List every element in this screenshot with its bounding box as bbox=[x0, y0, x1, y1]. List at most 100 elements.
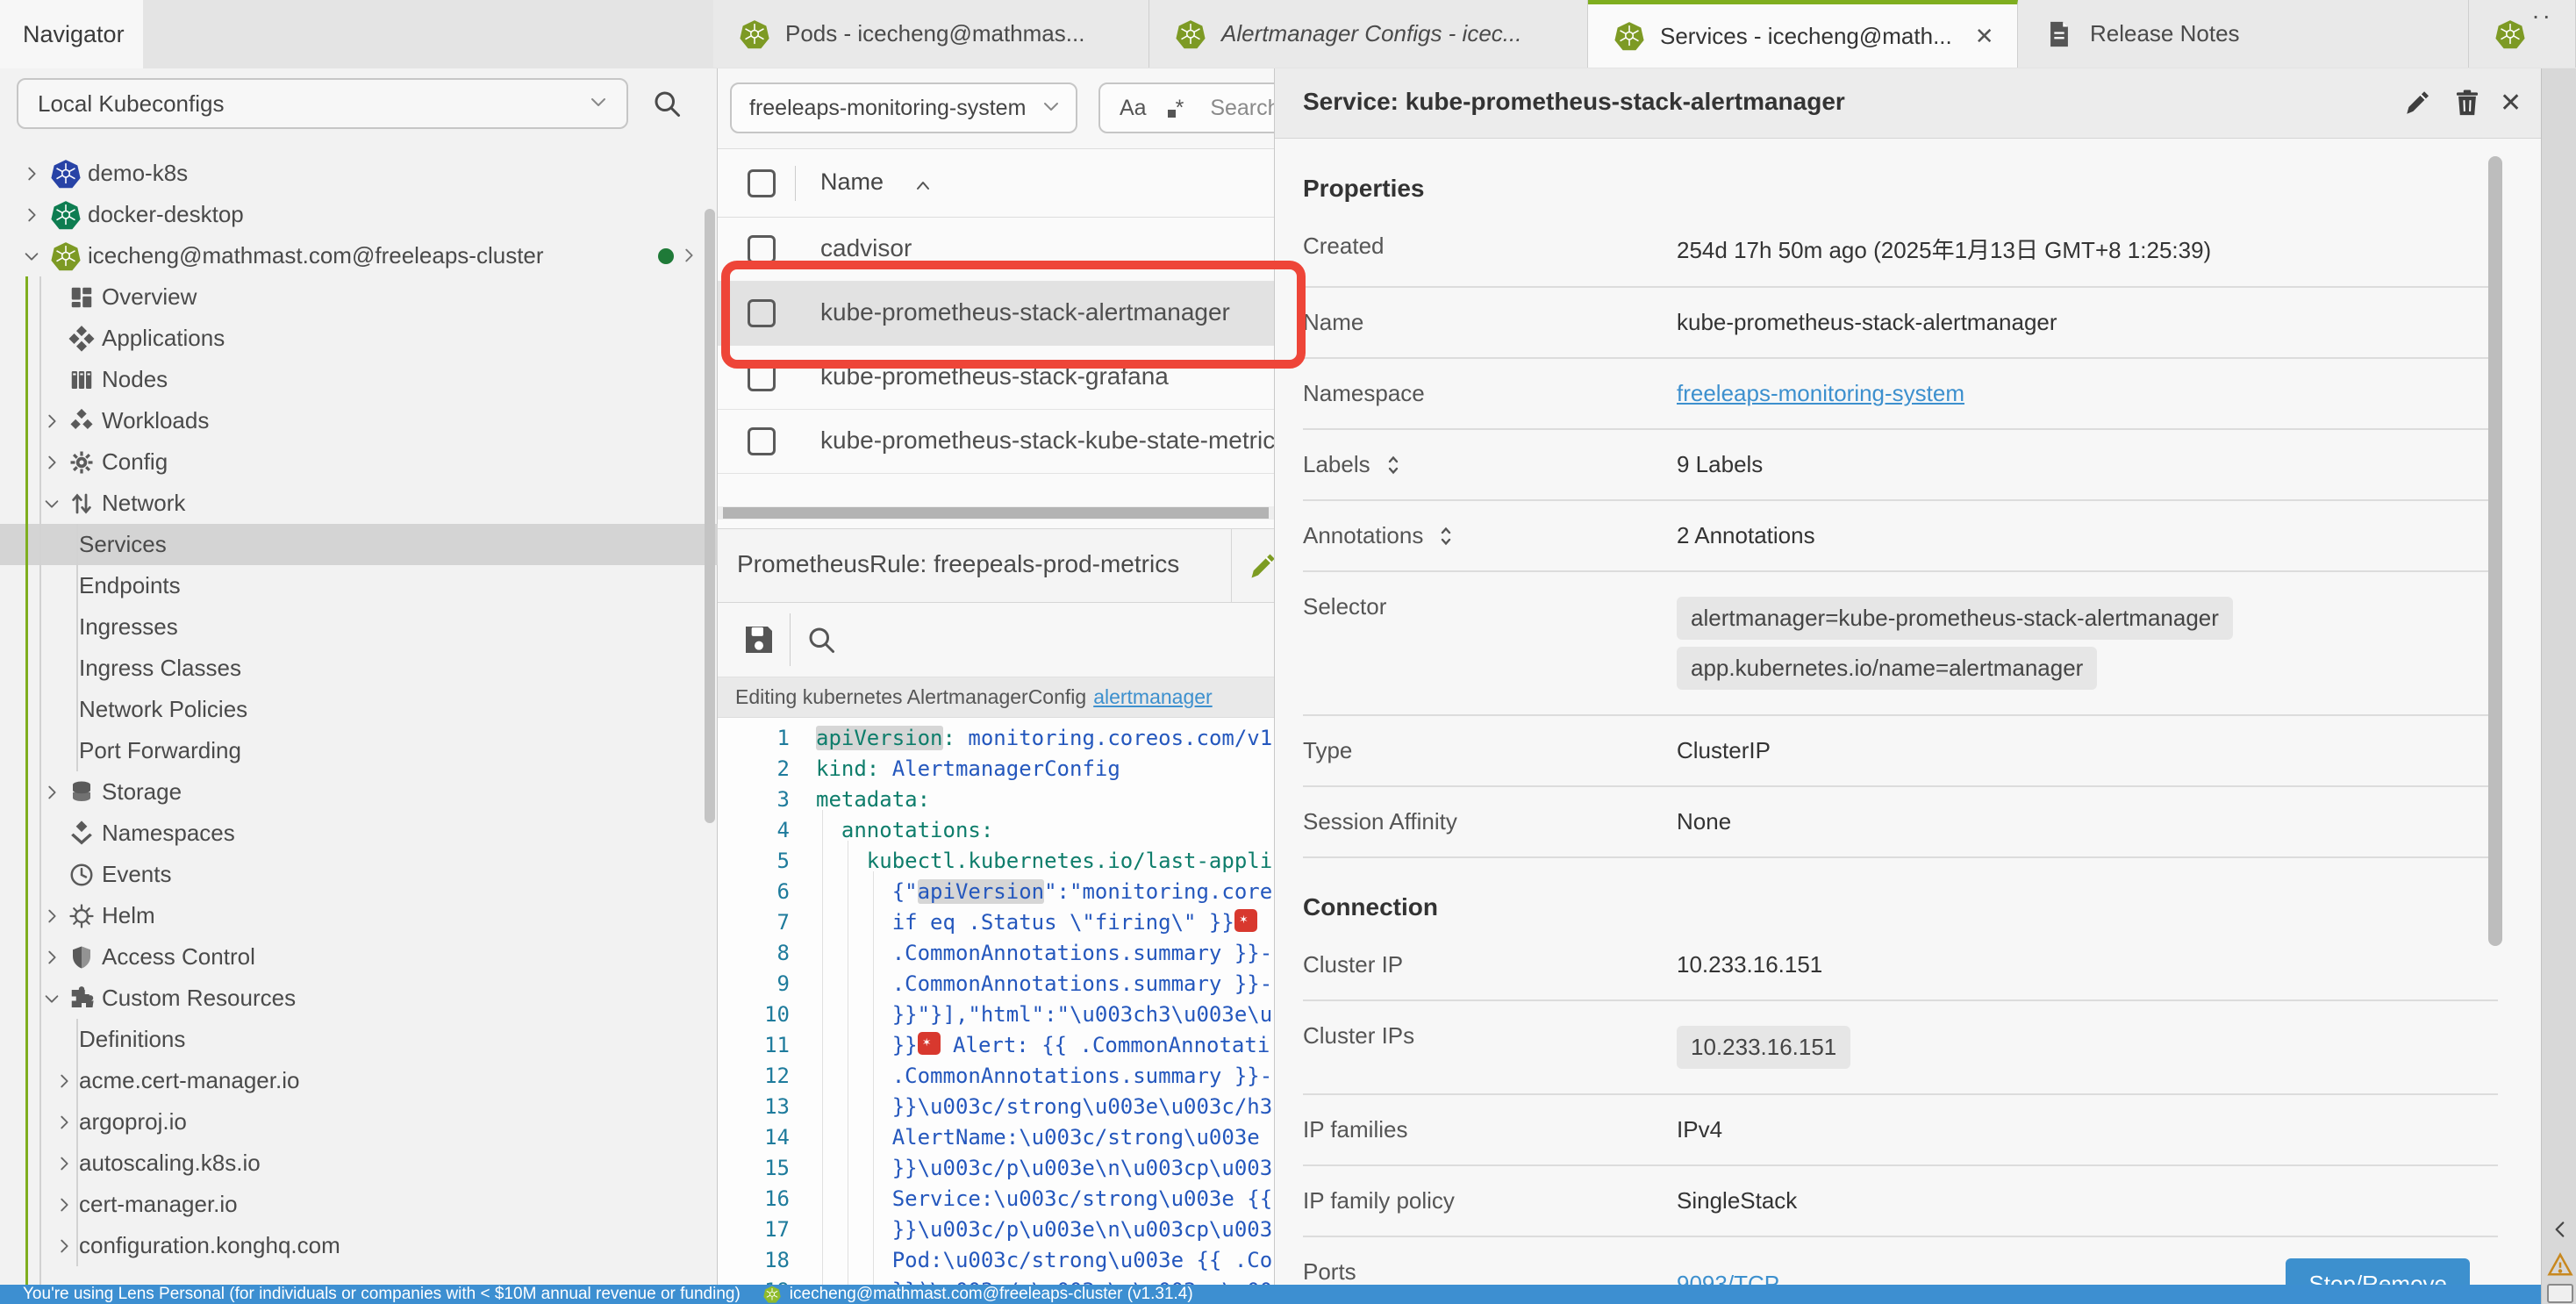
sidebar-item-events[interactable]: Events bbox=[0, 854, 718, 895]
close-icon[interactable]: ✕ bbox=[1975, 23, 1994, 50]
column-header-name[interactable]: Name bbox=[820, 168, 884, 196]
sidebar-item-nodes[interactable]: Nodes bbox=[0, 359, 718, 400]
tab-services[interactable]: Services - icecheng@math...✕ bbox=[1588, 0, 2018, 68]
chevron-right-icon[interactable] bbox=[54, 1195, 74, 1214]
chevron-down-icon[interactable] bbox=[22, 247, 41, 266]
namespace-link[interactable]: freeleaps-monitoring-system bbox=[1677, 380, 1964, 406]
tab-pods[interactable]: Pods - icecheng@mathmas... bbox=[713, 0, 1149, 68]
sidebar-item-storage[interactable]: Storage bbox=[0, 771, 718, 813]
horizontal-scrollbar[interactable] bbox=[718, 506, 1274, 519]
chevron-right-icon[interactable] bbox=[54, 1236, 74, 1256]
chevron-down-icon[interactable] bbox=[42, 494, 61, 513]
edit-pencil-icon[interactable] bbox=[2403, 88, 2433, 122]
chevron-right-icon[interactable] bbox=[42, 453, 61, 472]
sidebar-item-demo-k8s[interactable]: demo-k8s bbox=[0, 153, 718, 194]
sort-asc-icon[interactable] bbox=[912, 176, 934, 201]
search-icon[interactable] bbox=[651, 88, 683, 124]
table-row-kube-prometheus-stack-grafana[interactable]: kube-prometheus-stack-grafana bbox=[718, 346, 1274, 410]
sidebar-item-argoproj-io[interactable]: argoproj.io bbox=[0, 1101, 718, 1143]
sidebar-item-label: Network bbox=[102, 490, 185, 517]
sidebar-item-icecheng-mathmast-com-freeleaps-cluster[interactable]: icecheng@mathmast.com@freeleaps-cluster bbox=[0, 235, 718, 276]
line-number: 14 bbox=[718, 1122, 790, 1153]
match-case-icon[interactable]: Aa bbox=[1120, 96, 1147, 121]
chevron-right-icon[interactable] bbox=[22, 164, 41, 183]
kubeconfig-select[interactable]: Local Kubeconfigs bbox=[17, 78, 628, 129]
tree-guide-line bbox=[76, 1019, 78, 1266]
line-number: 18 bbox=[718, 1245, 790, 1276]
sidebar-item-label: docker-desktop bbox=[88, 201, 244, 228]
chevron-right-icon[interactable] bbox=[42, 783, 61, 802]
sidebar-item-services[interactable]: Services bbox=[0, 524, 718, 565]
port-link[interactable]: 9093/TCP bbox=[1677, 1271, 1779, 1285]
section-heading-connection: Connection bbox=[1303, 893, 2512, 921]
namespace-select[interactable]: freeleaps-monitoring-system bbox=[730, 82, 1077, 133]
sidebar-item-definitions[interactable]: Definitions bbox=[0, 1019, 718, 1060]
sidebar-item-workloads[interactable]: Workloads bbox=[0, 400, 718, 441]
tab-alertmanager[interactable]: Alertmanager Configs - icec... bbox=[1149, 0, 1588, 68]
property-label: Session Affinity bbox=[1303, 808, 1457, 835]
sidebar-item-ingresses[interactable]: Ingresses bbox=[0, 606, 718, 648]
k8s-icon bbox=[51, 200, 81, 230]
warning-triangle-icon[interactable] bbox=[2547, 1251, 2573, 1282]
chevron-right-icon[interactable] bbox=[42, 948, 61, 967]
kubeconfig-select-value: Local Kubeconfigs bbox=[38, 90, 588, 118]
sidebar-item-port-forwarding[interactable]: Port Forwarding bbox=[0, 730, 718, 771]
chevron-right-icon[interactable] bbox=[42, 906, 61, 926]
editor-breadcrumb-link[interactable]: alertmanager bbox=[1093, 685, 1213, 709]
partial-widget bbox=[2547, 1284, 2573, 1303]
tab-overflow-icon[interactable]: ·· bbox=[2531, 2, 2553, 30]
chevron-right-icon[interactable] bbox=[679, 246, 698, 265]
chevron-right-icon[interactable] bbox=[54, 1154, 74, 1173]
sort-toggle-icon[interactable] bbox=[1383, 455, 1404, 476]
edit-pencil-icon[interactable] bbox=[1248, 550, 1274, 586]
sidebar-item-applications[interactable]: Applications bbox=[0, 318, 718, 359]
sidebar-item-access-control[interactable]: Access Control bbox=[0, 936, 718, 978]
table-row-cadvisor[interactable]: cadvisor bbox=[718, 218, 1274, 282]
search-placeholder: Search bbox=[1210, 96, 1274, 121]
sidebar-item-config[interactable]: Config bbox=[0, 441, 718, 483]
sidebar-item-overview[interactable]: Overview bbox=[0, 276, 718, 318]
sidebar-item-acme-cert-manager-io[interactable]: acme.cert-manager.io bbox=[0, 1060, 718, 1101]
horizontal-scrollbar-thumb[interactable] bbox=[723, 507, 1269, 519]
chevron-right-icon[interactable] bbox=[54, 1071, 74, 1091]
collapse-chevron-icon[interactable] bbox=[2549, 1218, 2572, 1245]
sidebar-item-custom-resources[interactable]: Custom Resources bbox=[0, 978, 718, 1019]
nodes-icon bbox=[68, 367, 95, 393]
chevron-right-icon[interactable] bbox=[42, 412, 61, 431]
sidebar-item-autoscaling-k8s-io[interactable]: autoscaling.k8s.io bbox=[0, 1143, 718, 1184]
table-row-kube-prometheus-stack-kube-state-metrics[interactable]: kube-prometheus-stack-kube-state-metrics bbox=[718, 410, 1274, 474]
row-checkbox[interactable] bbox=[748, 427, 776, 455]
chevron-right-icon[interactable] bbox=[54, 1113, 74, 1132]
sort-toggle-icon[interactable] bbox=[1435, 526, 1456, 547]
sidebar-item-docker-desktop[interactable]: docker-desktop bbox=[0, 194, 718, 235]
sidebar-item-cert-manager-io[interactable]: cert-manager.io bbox=[0, 1184, 718, 1225]
sidebar-item-helm[interactable]: Helm bbox=[0, 895, 718, 936]
tab-release[interactable]: Release Notes bbox=[2018, 0, 2469, 68]
row-checkbox[interactable] bbox=[748, 235, 776, 263]
navigator-tab[interactable]: Navigator bbox=[0, 0, 143, 68]
sidebar-item-namespaces[interactable]: Namespaces bbox=[0, 813, 718, 854]
delete-trash-icon[interactable] bbox=[2452, 88, 2482, 122]
regex-icon[interactable]: * bbox=[1168, 96, 1184, 121]
stop-remove-button[interactable]: Stop/Remove bbox=[2286, 1258, 2470, 1285]
sidebar-item-endpoints[interactable]: Endpoints bbox=[0, 565, 718, 606]
chevron-right-icon[interactable] bbox=[22, 205, 41, 225]
active-cluster-status[interactable]: icecheng@mathmast.com@freeleaps-cluster … bbox=[790, 1285, 1193, 1304]
close-icon[interactable]: ✕ bbox=[2500, 88, 2522, 118]
save-icon[interactable] bbox=[741, 622, 776, 662]
sidebar-scrollbar[interactable] bbox=[705, 209, 715, 823]
table-row-kube-prometheus-stack-alertmanager[interactable]: kube-prometheus-stack-alertmanager bbox=[718, 282, 1274, 346]
tab-partial[interactable] bbox=[2469, 0, 2576, 68]
drawer-scrollbar[interactable] bbox=[2488, 156, 2502, 946]
select-all-checkbox[interactable] bbox=[748, 169, 776, 197]
sidebar-item-ingress-classes[interactable]: Ingress Classes bbox=[0, 648, 718, 689]
sidebar-item-configuration-konghq-com[interactable]: configuration.konghq.com bbox=[0, 1225, 718, 1266]
editor-search-icon[interactable] bbox=[805, 624, 837, 660]
sidebar-item-network-policies[interactable]: Network Policies bbox=[0, 689, 718, 730]
sidebar-item-network[interactable]: Network bbox=[0, 483, 718, 524]
row-checkbox[interactable] bbox=[748, 299, 776, 327]
yaml-editor[interactable]: 1apiVersion: monitoring.coreos.com/v12ki… bbox=[718, 718, 1274, 1285]
search-input[interactable]: Aa * Search bbox=[1098, 82, 1274, 133]
row-checkbox[interactable] bbox=[748, 363, 776, 391]
chevron-down-icon[interactable] bbox=[42, 989, 61, 1008]
